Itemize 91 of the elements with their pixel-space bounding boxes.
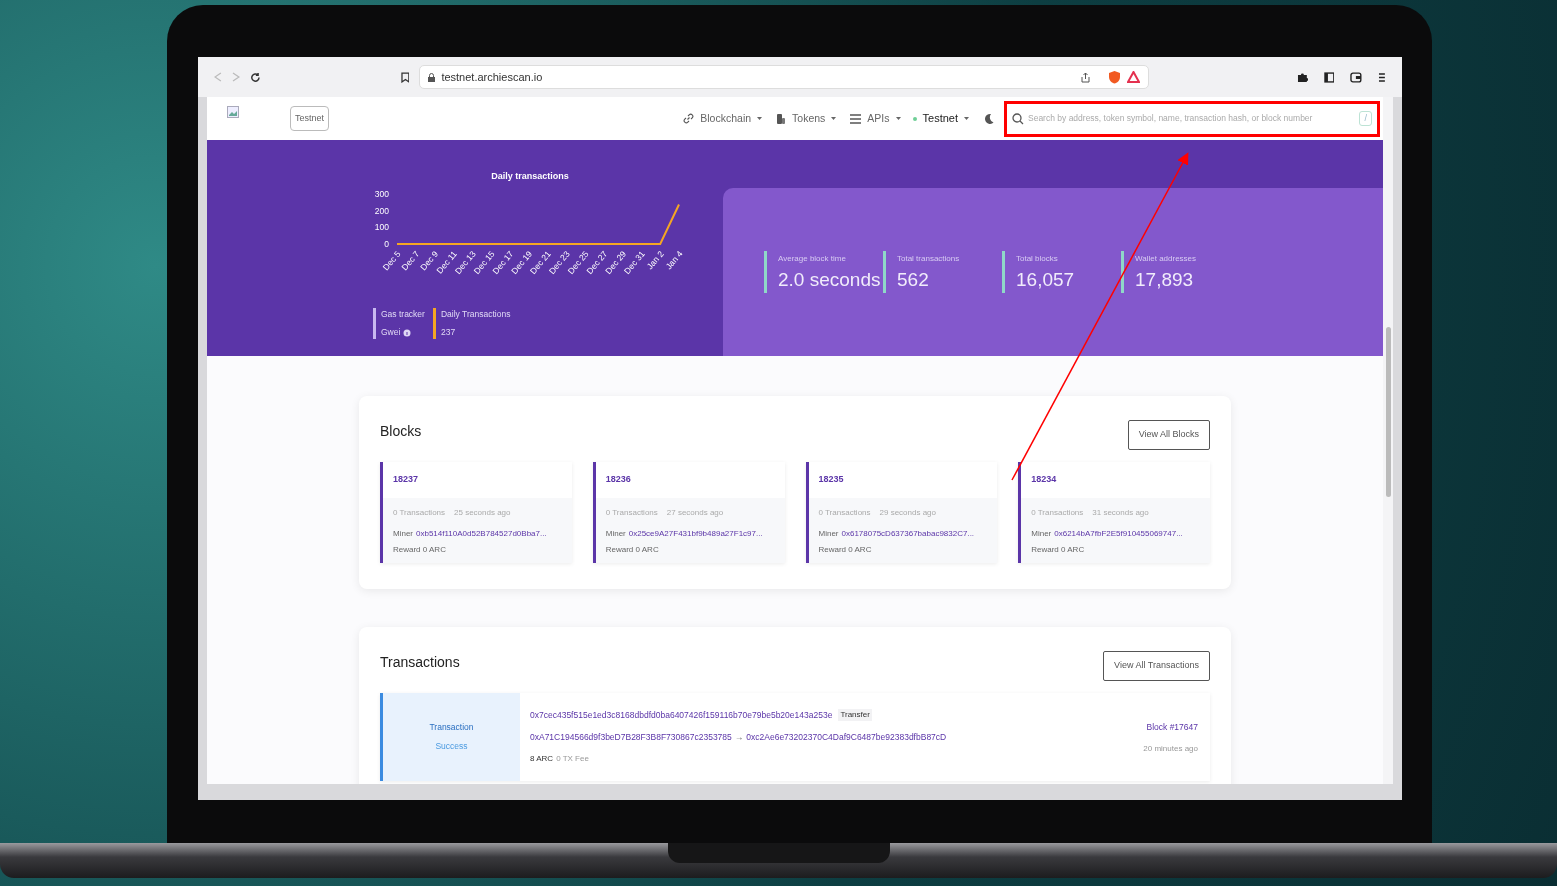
network-badge: Testnet <box>290 105 330 132</box>
block-number[interactable]: 18235 <box>818 473 844 487</box>
stat-label: Average block time <box>778 253 847 265</box>
transaction-count: 0 Transactions <box>605 507 658 519</box>
block-reward: Reward 0 ARC <box>818 544 873 556</box>
stat-label: Total blocks <box>1016 253 1059 265</box>
miner-address[interactable]: 0x6214bA7fbF2E5f910455069747... <box>1054 528 1183 540</box>
block-age: 31 seconds ago <box>1092 507 1149 519</box>
block-age: 27 seconds ago <box>666 507 724 519</box>
menu-icon[interactable] <box>1378 71 1386 83</box>
axis-tick-label: 200 <box>374 205 389 216</box>
block-link[interactable]: Block #17647 <box>1146 721 1198 734</box>
lock-icon <box>428 72 436 82</box>
nav-menu[interactable]: Blockchain <box>683 110 763 127</box>
block-age: 25 seconds ago <box>454 507 511 519</box>
miner-label: Miner <box>605 528 626 540</box>
wallet-icon[interactable] <box>1350 71 1363 83</box>
share-icon[interactable] <box>1080 71 1090 83</box>
blocks-heading: Blocks <box>380 422 422 441</box>
stat-value: 17,893 <box>1135 269 1195 291</box>
transaction-hash[interactable]: 0x7cec435f515e1ed3c8168dbdfd0ba6407426f159116b70e79be5b20e143a253e <box>530 709 833 722</box>
network-selector[interactable]: Testnet <box>912 110 969 127</box>
block-number[interactable]: 18234 <box>1031 473 1057 487</box>
axis-tick-label: 100 <box>374 221 389 232</box>
miner-label: Miner <box>393 528 413 540</box>
info-icon <box>403 328 412 337</box>
transaction-fee: 0 TX Fee <box>556 752 589 765</box>
transaction-age: 20 minutes ago <box>1143 742 1198 755</box>
transaction-type: Transaction <box>429 721 474 734</box>
transfer-tag: Transfer <box>838 709 872 722</box>
transaction-count: 0 Transactions <box>393 507 446 519</box>
forward-icon <box>231 72 240 82</box>
block-card[interactable]: 18236 0 Transactions 27 seconds ago Miner 0x25ce9A27F431bf9b489a27F1c97... Reward 0 ARC <box>592 462 785 563</box>
daily-transactions-label: Daily Transactions <box>440 307 511 321</box>
caret-icon <box>964 117 969 120</box>
coin-stack-icon <box>776 112 787 125</box>
gas-unit: Gwei <box>381 326 401 339</box>
stat-value: 562 <box>897 269 930 291</box>
link-icon <box>683 113 695 124</box>
back-icon <box>214 72 222 82</box>
transaction-status: Success <box>435 740 468 753</box>
miner-label: Miner <box>818 528 839 540</box>
stat-label: Total transactions <box>897 253 961 265</box>
shield-icon[interactable] <box>1107 70 1121 84</box>
puzzle-icon[interactable] <box>1296 71 1308 83</box>
sidebar-icon[interactable] <box>1323 71 1335 83</box>
moon-icon[interactable] <box>983 112 994 125</box>
caret-icon <box>895 117 901 120</box>
shortcut-key: / <box>1359 110 1372 127</box>
axis-tick-label: Jan 2 <box>644 248 666 271</box>
nav-menu[interactable]: APIs <box>850 110 901 127</box>
search-icon <box>1012 112 1024 125</box>
transactions-heading: Transactions <box>380 653 460 672</box>
view-all-transactions-button[interactable]: View All Transactions <box>1103 651 1210 681</box>
view-all-blocks-button[interactable]: View All Blocks <box>1127 420 1210 450</box>
daily-transactions-value: 237 <box>440 326 457 339</box>
bookmark-icon[interactable] <box>400 71 410 83</box>
gas-tracker-label: Gas tracker <box>381 307 425 321</box>
nav-menu[interactable]: Tokens <box>776 110 837 127</box>
arrow-symbol: → <box>734 730 744 744</box>
block-number[interactable]: 18236 <box>605 473 631 487</box>
search-field[interactable]: Search by address, token symbol, name, transaction hash, or block number <box>1028 112 1356 125</box>
block-number[interactable]: 18237 <box>393 473 419 487</box>
miner-label: Miner <box>1031 528 1052 540</box>
caret-icon <box>831 117 837 120</box>
miner-address[interactable]: 0xb514f110A0d52B784527d0Bba7... <box>416 528 547 540</box>
url-text: testnet.archiescan.io <box>441 69 543 85</box>
status-dot-icon <box>912 116 917 121</box>
from-address[interactable]: 0xA71C194566d9f3beD7B28F3B8F730867c2353785 <box>530 730 732 744</box>
axis-tick-label: 0 <box>384 238 389 249</box>
block-reward: Reward 0 ARC <box>393 544 447 556</box>
stat-value: 16,057 <box>1016 269 1076 291</box>
address-bar[interactable]: testnet.archiescan.io <box>419 65 1149 89</box>
reload-icon[interactable] <box>249 71 261 83</box>
block-reward: Reward 0 ARC <box>1031 544 1086 556</box>
broken-image-icon <box>227 105 239 118</box>
caret-icon <box>757 117 763 120</box>
miner-address[interactable]: 0x25ce9A27F431bf9b489a27F1c97... <box>628 528 763 540</box>
stat-label: Wallet addresses <box>1135 253 1198 265</box>
triangle-icon[interactable] <box>1126 71 1140 83</box>
transaction-value: 8 ARC <box>530 752 554 765</box>
block-card[interactable]: 18237 0 Transactions 25 seconds ago Miner 0xb514f110A0d52B784527d0Bba7... Reward 0 ARC <box>380 462 572 563</box>
miner-address[interactable]: 0x6178075cD637367babac9832C7... <box>841 528 975 540</box>
to-address[interactable]: 0xc2Ae6e73202370C4Daf9C6487be92383dfbB87cD <box>746 730 947 744</box>
axis-tick-label: Jan 4 <box>663 248 685 271</box>
block-age: 29 seconds ago <box>879 507 937 519</box>
chart-title: Daily transactions <box>490 170 570 183</box>
block-reward: Reward 0 ARC <box>605 544 660 556</box>
stat-value: 2.0 seconds <box>778 269 882 291</box>
axis-tick-label: 300 <box>374 188 389 199</box>
list-icon <box>850 113 862 124</box>
